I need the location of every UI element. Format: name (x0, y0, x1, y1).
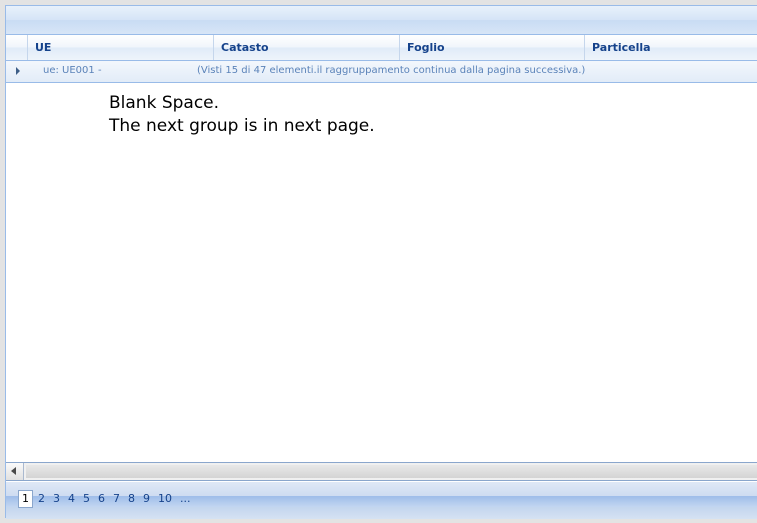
annotation-line-1: Blank Space. (109, 93, 220, 113)
column-header-particella[interactable]: Particella (585, 35, 757, 60)
header-expander-column (6, 35, 28, 60)
page-link-2[interactable]: 2 (35, 490, 48, 508)
page-link-7[interactable]: 7 (110, 490, 123, 508)
page-link-10[interactable]: 10 (155, 490, 175, 508)
column-header-foglio[interactable]: Foglio (400, 35, 585, 60)
page-link-4[interactable]: 4 (65, 490, 78, 508)
group-label: ue: UE001 - (43, 65, 102, 76)
pager-bar: 1 2 3 4 5 6 7 8 9 10 ... (6, 482, 757, 519)
horizontal-scrollbar[interactable] (6, 462, 757, 481)
column-header-row: UE Catasto Foglio Particella (6, 35, 757, 61)
annotation-line-2: The next group is in next page. (109, 116, 375, 136)
expand-arrow-icon[interactable] (16, 67, 20, 75)
blank-space-annotation: Blank Space. The next group is in next p… (109, 92, 375, 138)
scroll-left-arrow-icon[interactable] (6, 463, 24, 480)
column-header-ue[interactable]: UE (28, 35, 214, 60)
page-links: 1 2 3 4 5 6 7 8 9 10 ... (18, 490, 196, 508)
data-grid: UE Catasto Foglio Particella ue: UE001 -… (5, 5, 757, 519)
scroll-track[interactable] (26, 465, 757, 478)
column-header-catasto[interactable]: Catasto (214, 35, 400, 60)
page-link-8[interactable]: 8 (125, 490, 138, 508)
page-link-9[interactable]: 9 (140, 490, 153, 508)
page-link-5[interactable]: 5 (80, 490, 93, 508)
page-link-3[interactable]: 3 (50, 490, 63, 508)
group-continuation-note: (Visti 15 di 47 elementi.il raggruppamen… (197, 65, 586, 76)
page-link-1[interactable]: 1 (18, 490, 33, 508)
grid-toolbar (6, 6, 757, 35)
group-row[interactable]: ue: UE001 - (Visti 15 di 47 elementi.il … (6, 61, 757, 83)
page-link-more[interactable]: ... (177, 490, 194, 508)
page-link-6[interactable]: 6 (95, 490, 108, 508)
